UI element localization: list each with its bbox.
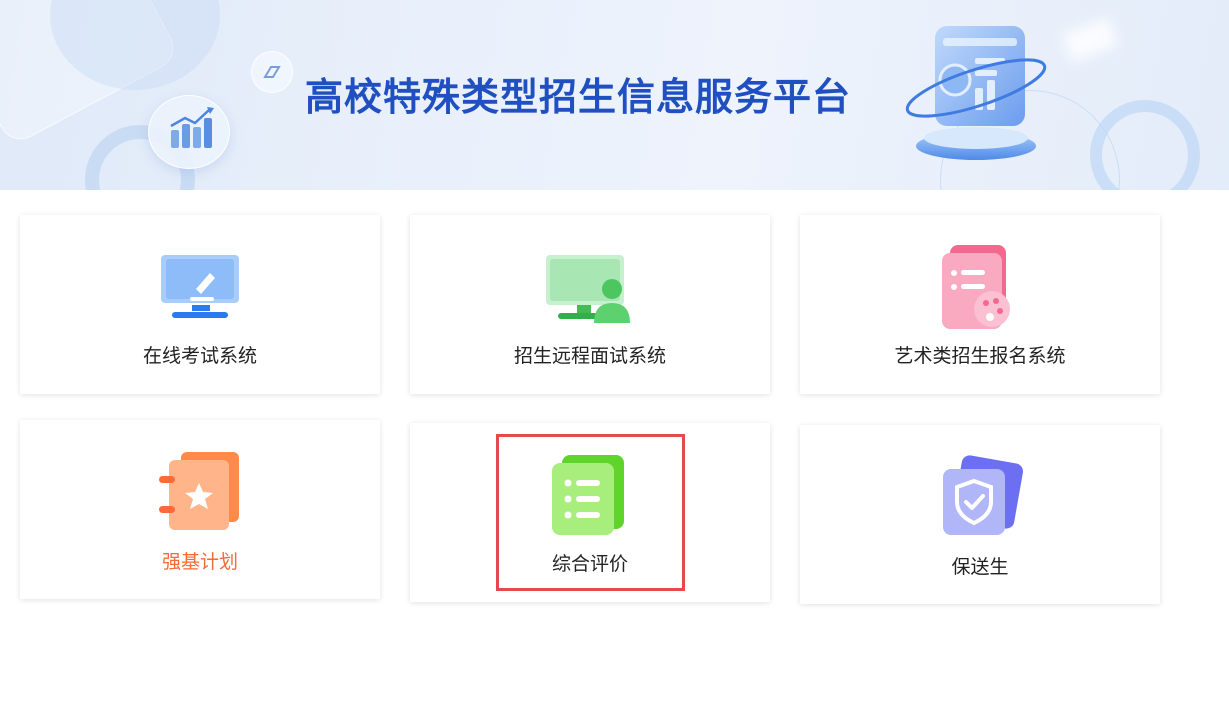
shield-check-icon bbox=[935, 455, 1025, 545]
card-label: 艺术类招生报名系统 bbox=[894, 345, 1066, 367]
list-doc-icon bbox=[550, 453, 630, 541]
notebook-star-icon bbox=[157, 450, 243, 536]
monitor-pen-icon bbox=[160, 253, 240, 327]
card-strong-base-plan[interactable]: 强基计划 bbox=[20, 420, 380, 599]
card-remote-interview[interactable]: 招生远程面试系统 bbox=[410, 215, 770, 394]
platform-illustration-icon bbox=[900, 18, 1050, 168]
header-banner: 高校特殊类型招生信息服务平台 bbox=[0, 0, 1229, 190]
card-label: 招生远程面试系统 bbox=[513, 345, 666, 367]
page-title: 高校特殊类型招生信息服务平台 bbox=[305, 75, 852, 119]
card-label: 综合评价 bbox=[551, 553, 628, 575]
card-recommended-student[interactable]: 保送生 bbox=[800, 425, 1160, 604]
monitor-user-icon bbox=[544, 253, 636, 329]
card-label: 强基计划 bbox=[161, 551, 238, 573]
card-art-registration[interactable]: 艺术类招生报名系统 bbox=[800, 215, 1160, 394]
card-label: 保送生 bbox=[951, 556, 1009, 578]
card-comprehensive-evaluation[interactable]: 综合评价 bbox=[410, 423, 770, 602]
decorative-glow bbox=[1061, 17, 1119, 63]
list-palette-icon bbox=[940, 243, 1020, 339]
bar-chart-icon bbox=[148, 95, 230, 169]
card-online-exam[interactable]: 在线考试系统 bbox=[20, 215, 380, 394]
link-icon bbox=[251, 51, 293, 93]
decorative-ring bbox=[1090, 100, 1200, 190]
card-label: 在线考试系统 bbox=[142, 345, 257, 367]
